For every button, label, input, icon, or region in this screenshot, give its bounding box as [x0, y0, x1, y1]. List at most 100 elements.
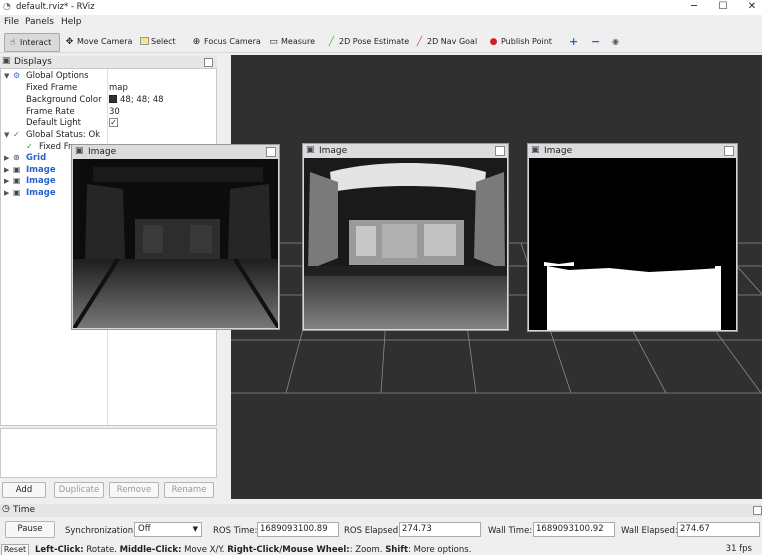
measure-icon: ▭	[269, 37, 278, 47]
nav-goal-arrow-icon: ╱	[416, 37, 423, 47]
tree-row-global-options[interactable]: ▼ ⚙ Global Options	[1, 71, 216, 82]
global-options-label: Global Options	[26, 71, 89, 81]
tool-interact[interactable]: ☝ Interact	[4, 33, 60, 52]
status-fixed-frame-label: Fixed Fr	[39, 142, 72, 152]
binary-mask-image	[529, 158, 736, 330]
image-display-icon: ▣	[13, 176, 21, 185]
menu-file[interactable]: File	[4, 17, 19, 27]
expanded-arrow-icon[interactable]: ▼	[4, 72, 9, 80]
hint-left-click: Left-Click:	[35, 545, 84, 555]
tree-row-global-status[interactable]: ▼ ✓ Global Status: Ok	[1, 130, 216, 141]
tree-row-default-light[interactable]: Default Light ✓	[1, 118, 216, 129]
image-display-icon: ▣	[13, 188, 21, 197]
color-swatch	[109, 95, 117, 103]
default-light-checkbox[interactable]: ✓	[109, 118, 118, 127]
collapsed-arrow-icon[interactable]: ▶	[4, 177, 9, 185]
tree-row-background-color[interactable]: Background Color 48; 48; 48	[1, 95, 216, 106]
remove-tool-icon[interactable]: −	[589, 33, 605, 52]
tool-publish-point-label: Publish Point	[501, 37, 552, 46]
global-status-label: Global Status: Ok	[26, 130, 101, 140]
image-panel-icon: ▣	[306, 145, 315, 155]
ok-check-icon: ✓	[26, 142, 33, 151]
tool-move-camera[interactable]: ✥ Move Camera	[62, 33, 134, 52]
image-panel-3-close-button[interactable]	[724, 146, 734, 156]
display-image-3-label: Image	[26, 188, 56, 198]
wall-elapsed-field[interactable]: 274.67	[677, 522, 760, 537]
image-panel-1-header[interactable]: ▣ Image	[72, 145, 279, 159]
wall-time-field[interactable]: 1689093100.92	[533, 522, 615, 537]
menu-panels[interactable]: Panels	[25, 17, 54, 27]
image-display-icon: ▣	[13, 165, 21, 174]
tool-2d-pose-estimate[interactable]: ╱ 2D Pose Estimate	[324, 33, 409, 52]
default-light-checkbox-wrap[interactable]: ✓	[109, 118, 118, 128]
property-description-box	[0, 428, 217, 478]
synchronization-select[interactable]: Off ▼	[134, 522, 202, 537]
tool-2d-nav-goal[interactable]: ╱ 2D Nav Goal	[412, 33, 478, 52]
display-image-2-label: Image	[26, 176, 56, 186]
tool-move-camera-label: Move Camera	[77, 37, 133, 46]
displays-panel-title: Displays	[14, 57, 52, 67]
image-panel-2-close-button[interactable]	[495, 146, 505, 156]
tool-properties-icon[interactable]: ◉	[610, 33, 628, 52]
duplicate-display-button[interactable]: Duplicate	[54, 482, 104, 498]
frame-rate-label: Frame Rate	[26, 107, 75, 117]
image-panel-2-title: Image	[319, 146, 348, 156]
image-panel-1-title: Image	[88, 147, 117, 157]
expanded-arrow-icon[interactable]: ▼	[4, 131, 9, 139]
image-panel-2-header[interactable]: ▣ Image	[303, 144, 508, 158]
focus-camera-icon: ⊕	[192, 37, 201, 47]
hint-more: : More options.	[408, 545, 472, 555]
synchronization-value: Off	[138, 524, 151, 534]
tool-select[interactable]: Select	[138, 33, 184, 52]
default-light-label: Default Light	[26, 118, 81, 128]
fixed-frame-value[interactable]: map	[109, 83, 128, 93]
collapsed-arrow-icon[interactable]: ▶	[4, 189, 9, 197]
ok-check-icon: ✓	[13, 130, 20, 139]
displays-panel-close-button[interactable]	[204, 58, 213, 67]
time-panel-close-button[interactable]	[753, 506, 762, 515]
status-bar: Reset Left-Click: Rotate. Middle-Click: …	[0, 543, 762, 555]
synchronization-label: Synchronization:	[65, 526, 136, 536]
tool-measure[interactable]: ▭ Measure	[266, 33, 316, 52]
image-panel-1[interactable]: ▣ Image	[71, 144, 280, 330]
close-button[interactable]: ✕	[742, 0, 762, 15]
window-title: default.rviz* - RViz	[16, 2, 95, 12]
add-display-button[interactable]: Add	[2, 482, 46, 498]
tree-row-frame-rate[interactable]: Frame Rate 30	[1, 107, 216, 118]
pose-arrow-icon: ╱	[328, 37, 335, 47]
rename-display-button[interactable]: Rename	[164, 482, 214, 498]
image-panel-1-close-button[interactable]	[266, 147, 276, 157]
tool-focus-camera[interactable]: ⊕ Focus Camera	[189, 33, 261, 52]
hint-middle-click: Middle-Click:	[119, 545, 182, 555]
image-panel-2[interactable]: ▣ Image	[302, 143, 509, 331]
display-image-1-label: Image	[26, 165, 56, 175]
tool-2d-nav-goal-label: 2D Nav Goal	[427, 37, 478, 46]
time-panel-title: Time	[13, 505, 36, 515]
tool-publish-point[interactable]: ● Publish Point	[486, 33, 552, 52]
hint-move: Move X/Y.	[181, 545, 228, 555]
remove-display-button[interactable]: Remove	[109, 482, 159, 498]
image-panel-icon: ▣	[75, 146, 84, 156]
ros-time-field[interactable]: 1689093100.89	[257, 522, 339, 537]
collapsed-arrow-icon[interactable]: ▶	[4, 166, 9, 174]
image-panel-3[interactable]: ▣ Image	[527, 143, 738, 332]
depth-image	[304, 158, 507, 329]
camera-image-dark	[73, 159, 278, 328]
menu-help[interactable]: Help	[61, 17, 82, 27]
background-color-value-wrap[interactable]: 48; 48; 48	[109, 95, 164, 105]
hint-zoom: : Zoom.	[349, 545, 386, 555]
maximize-button[interactable]: ☐	[713, 0, 733, 15]
frame-rate-value[interactable]: 30	[109, 107, 120, 117]
tree-row-fixed-frame[interactable]: Fixed Frame map	[1, 83, 216, 94]
ros-elapsed-field[interactable]: 274.73	[399, 522, 481, 537]
display-grid-label: Grid	[26, 153, 47, 163]
image-panel-3-header[interactable]: ▣ Image	[528, 144, 737, 158]
add-tool-icon[interactable]: +	[567, 33, 581, 52]
rviz-app-icon: ◔	[3, 2, 11, 12]
reset-button[interactable]: Reset	[1, 544, 29, 555]
hand-icon: ☝	[9, 38, 16, 48]
pause-button[interactable]: Pause	[5, 521, 55, 538]
hint-shift: Shift	[385, 545, 409, 555]
minimize-button[interactable]: ─	[684, 0, 704, 15]
collapsed-arrow-icon[interactable]: ▶	[4, 154, 9, 162]
